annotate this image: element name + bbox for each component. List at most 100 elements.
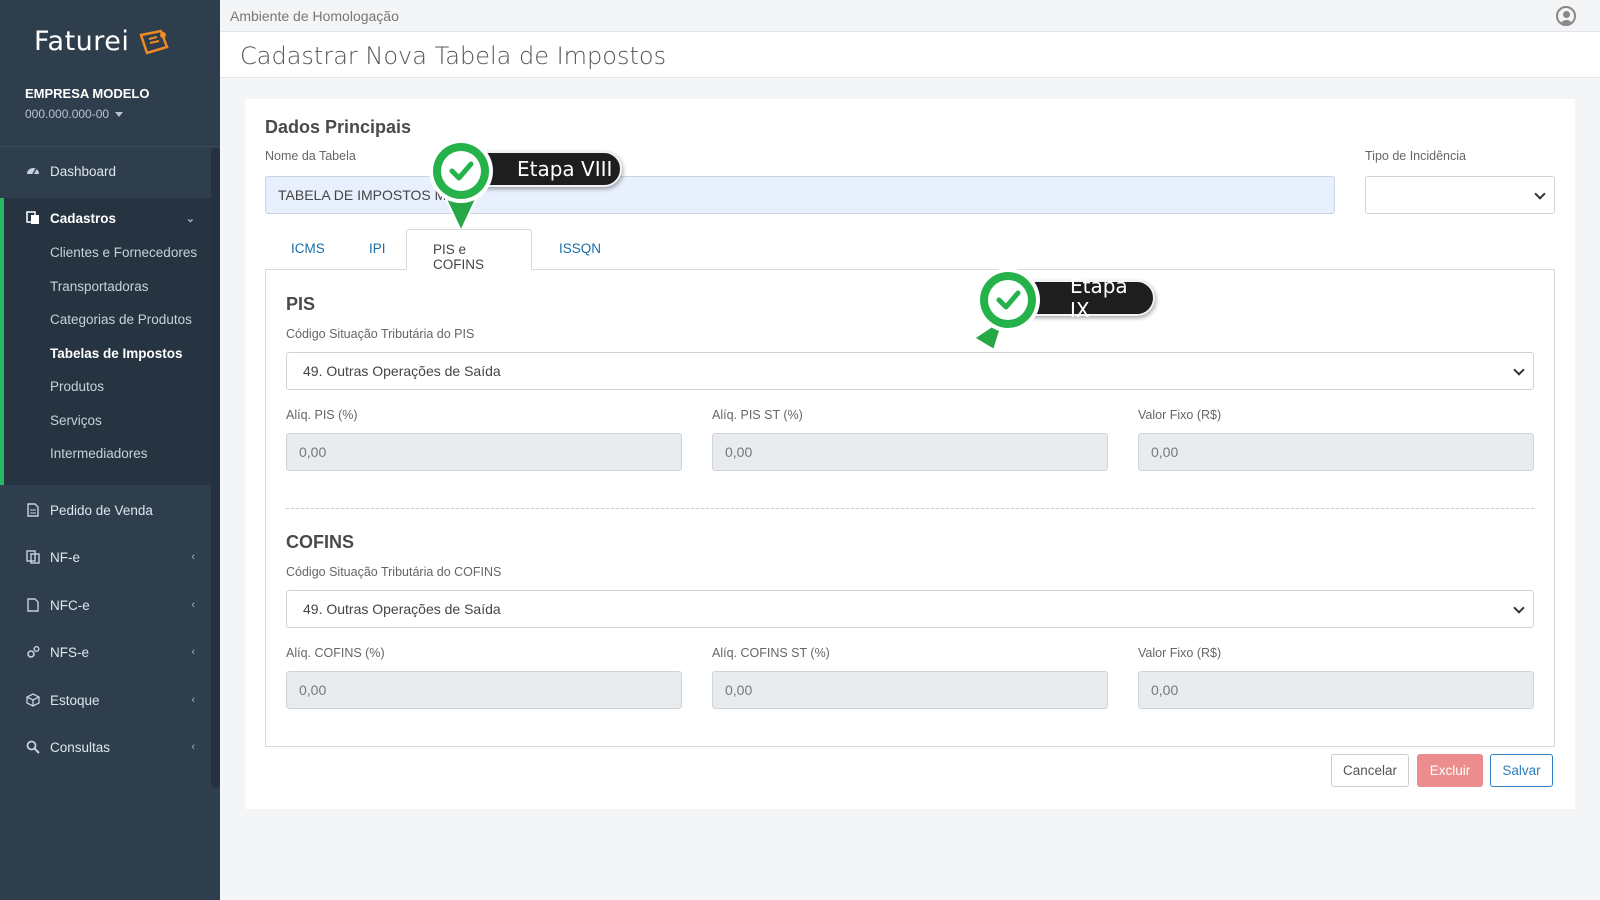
- section-title-pis: PIS: [286, 294, 316, 314]
- sidebar-item-label: NFC-e: [50, 597, 90, 613]
- sidebar: Faturei EMPRESA MODELO 000.000.000-00 Da…: [0, 0, 220, 900]
- sidebar-item-pedido-venda[interactable]: Pedido de Venda: [0, 490, 211, 530]
- pis-cst-value: 49. Outras Operações de Saída: [303, 363, 501, 379]
- chevron-down-icon: [1534, 188, 1546, 200]
- top-bar: Ambiente de Homologação: [220, 0, 1600, 32]
- dashboard-icon: [26, 164, 40, 178]
- chevron-left-icon: ‹: [191, 694, 195, 706]
- cofins-rate-value: 0,00: [299, 682, 327, 698]
- chevron-down-icon: [1513, 602, 1525, 614]
- search-icon: [26, 740, 40, 754]
- caret-down-icon: [115, 111, 124, 117]
- page-title: Cadastrar Nova Tabela de Impostos: [240, 42, 667, 70]
- company-name: EMPRESA MODELO: [25, 86, 150, 101]
- sidebar-item-dashboard[interactable]: Dashboard: [0, 151, 211, 191]
- sidebar-item-label: NFS-e: [50, 644, 90, 660]
- cancel-button[interactable]: Cancelar: [1331, 754, 1409, 787]
- submenu-item-intermediadores[interactable]: Intermediadores: [50, 446, 148, 461]
- chevron-left-icon: ‹: [191, 599, 195, 611]
- table-name-label: Nome da Tabela: [265, 149, 356, 163]
- sidebar-item-label: Estoque: [50, 692, 100, 708]
- cofins-cst-value: 49. Outras Operações de Saída: [303, 601, 501, 617]
- table-name-value: TABELA DE IMPOSTOS M: [278, 187, 447, 203]
- cofins-rate-input[interactable]: 0,00: [286, 671, 682, 709]
- cofins-fixed-label: Valor Fixo (R$): [1138, 646, 1222, 660]
- sidebar-item-nfce[interactable]: NFC-e ‹: [0, 585, 211, 625]
- chevron-left-icon: ‹: [191, 551, 195, 563]
- sidebar-item-label: Dashboard: [50, 163, 117, 179]
- cofins-rate-label: Alíq. COFINS (%): [286, 646, 385, 660]
- environment-label: Ambiente de Homologação: [230, 8, 399, 24]
- pis-fixed-input[interactable]: 0,00: [1138, 433, 1534, 471]
- copy-icon: [26, 211, 40, 225]
- step-callout-viii: Etapa VIII: [425, 137, 625, 235]
- section-title-dados-principais: Dados Principais: [265, 117, 412, 137]
- tab-pis-cofins[interactable]: PIS e COFINS: [406, 229, 532, 272]
- chevron-left-icon: ‹: [191, 741, 195, 753]
- logo-mark-icon: [139, 29, 170, 55]
- sidebar-divider: [0, 146, 220, 147]
- pis-rate-value: 0,00: [299, 444, 327, 460]
- sidebar-item-label: NF-e: [50, 549, 80, 565]
- sidebar-item-nfse[interactable]: NFS-e ‹: [0, 632, 211, 672]
- sidebar-item-label: Pedido de Venda: [50, 502, 153, 518]
- sidebar-item-consultas[interactable]: Consultas ‹: [0, 727, 211, 767]
- delete-button[interactable]: Excluir: [1417, 754, 1483, 787]
- pis-st-rate-input[interactable]: 0,00: [712, 433, 1108, 471]
- sidebar-item-estoque[interactable]: Estoque ‹: [0, 680, 211, 720]
- file-icon: [26, 503, 40, 517]
- cofins-cst-select[interactable]: 49. Outras Operações de Saída: [286, 590, 1534, 628]
- tab-issqn[interactable]: ISSQN: [533, 229, 627, 270]
- pis-fixed-label: Valor Fixo (R$): [1138, 408, 1222, 422]
- submenu-item-produtos[interactable]: Produtos: [50, 379, 104, 394]
- incidence-type-label: Tipo de Incidência: [1365, 149, 1466, 163]
- cofins-fixed-input[interactable]: 0,00: [1138, 671, 1534, 709]
- pis-rate-label: Alíq. PIS (%): [286, 408, 358, 422]
- check-marker-icon: [972, 268, 1040, 352]
- company-info: EMPRESA MODELO 000.000.000-00: [25, 86, 149, 121]
- pis-cst-select[interactable]: 49. Outras Operações de Saída: [286, 352, 1534, 390]
- pis-rate-input[interactable]: 0,00: [286, 433, 682, 471]
- sidebar-item-cadastros[interactable]: Cadastros ⌄: [0, 198, 211, 238]
- user-icon[interactable]: [1556, 6, 1576, 26]
- submenu-item-tabelas-impostos[interactable]: Tabelas de Impostos: [50, 346, 183, 361]
- step-callout-ix: Etapa IX: [972, 266, 1178, 356]
- chevron-down-icon: ⌄: [185, 212, 195, 225]
- pis-st-rate-label: Alíq. PIS ST (%): [712, 408, 803, 422]
- submenu-item-servicos[interactable]: Serviços: [50, 413, 102, 428]
- sidebar-item-nfe[interactable]: NF-e ‹: [0, 537, 211, 577]
- chevron-left-icon: ‹: [191, 646, 195, 658]
- sidebar-item-label: Consultas: [50, 739, 111, 755]
- submenu-item-clientes[interactable]: Clientes e Fornecedores: [50, 245, 197, 260]
- brand-name: Faturei: [34, 26, 130, 57]
- copy-icon: [26, 550, 40, 564]
- title-bar: Cadastrar Nova Tabela de Impostos: [220, 32, 1600, 78]
- incidence-type-select[interactable]: [1365, 176, 1555, 214]
- cube-icon: [26, 693, 40, 707]
- brand-logo[interactable]: Faturei: [34, 26, 171, 57]
- chevron-down-icon: [1513, 364, 1525, 376]
- pis-fixed-value: 0,00: [1151, 444, 1179, 460]
- company-selector[interactable]: 000.000.000-00: [25, 107, 149, 121]
- cofins-st-rate-input[interactable]: 0,00: [712, 671, 1108, 709]
- sidebar-scrollbar[interactable]: [211, 148, 220, 788]
- cadastros-submenu: Clientes e Fornecedores Transportadoras …: [0, 237, 211, 485]
- tax-tabs: ICMS IPI PIS e COFINS ISSQN: [265, 229, 1555, 272]
- company-document: 000.000.000-00: [25, 107, 110, 121]
- submenu-item-transportadoras[interactable]: Transportadoras: [50, 279, 149, 294]
- cofins-cst-label: Código Situação Tributária do COFINS: [286, 565, 502, 579]
- pis-cst-label: Código Situação Tributária do PIS: [286, 327, 475, 341]
- cogs-icon: [26, 645, 40, 659]
- tab-icms[interactable]: ICMS: [265, 229, 351, 270]
- section-title-cofins: COFINS: [286, 532, 355, 552]
- submenu-item-categorias[interactable]: Categorias de Produtos: [50, 312, 192, 327]
- tab-ipi[interactable]: IPI: [343, 229, 412, 270]
- tab-pane-pis-cofins: PIS Código Situação Tributária do PIS 49…: [265, 269, 1555, 747]
- check-marker-icon: [429, 139, 493, 234]
- save-button[interactable]: Salvar: [1490, 754, 1553, 787]
- section-divider: [286, 508, 1534, 509]
- cofins-st-rate-value: 0,00: [725, 682, 753, 698]
- cofins-st-rate-label: Alíq. COFINS ST (%): [712, 646, 830, 660]
- sidebar-item-label: Cadastros: [50, 210, 117, 226]
- pis-st-rate-value: 0,00: [725, 444, 753, 460]
